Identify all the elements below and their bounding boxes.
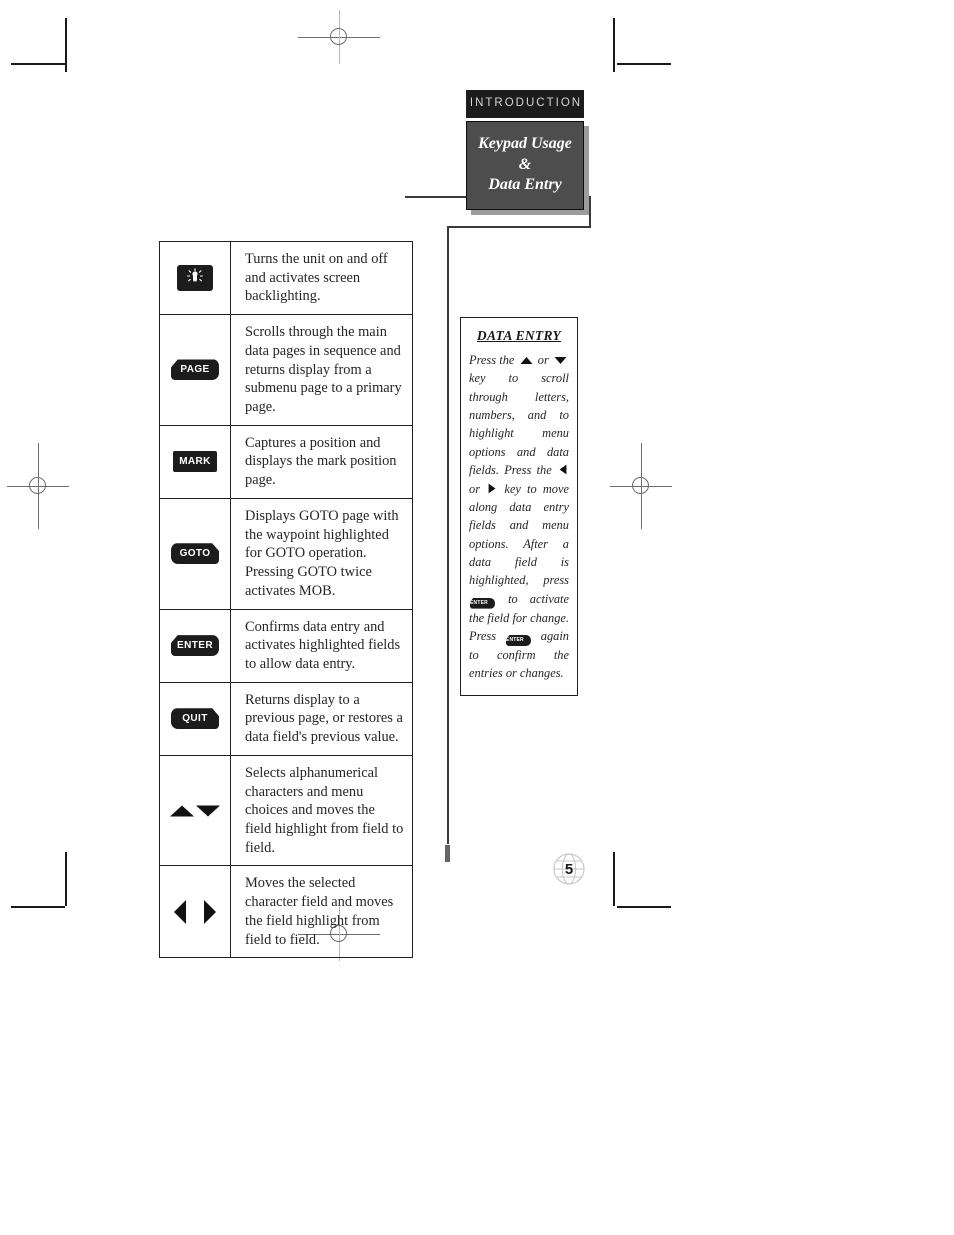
arrow-down-icon [554, 357, 567, 364]
table-row: Turns the unit on and off and activates … [159, 240, 413, 316]
keycell-mark: MARK [159, 424, 231, 499]
table-row: GOTO Displays GOTO page with the waypoin… [159, 497, 413, 610]
callout-text-part2: key to scroll through letters, numbers, … [469, 371, 569, 478]
keycell-quit: QUIT [159, 681, 231, 756]
data-entry-callout-title: DATA ENTRY [476, 328, 562, 343]
table-row: MARK Captures a position and displays th… [159, 424, 413, 499]
enter-key[interactable]: ENTER [505, 635, 531, 647]
header-rule-left [405, 196, 466, 198]
section-title-line2: Data Entry [488, 176, 562, 194]
crop-mark-top-right-horizontal [617, 63, 671, 65]
keypad-table-body: Turns the unit on and off and activates … [159, 240, 413, 959]
section-title-block: Keypad Usage & Data Entry [466, 120, 589, 215]
registration-mark-top [298, 10, 380, 64]
quit-key[interactable]: QUIT [171, 708, 219, 730]
table-row: Moves the selected character field and m… [159, 865, 413, 959]
section-title: Keypad Usage & Data Entry [466, 120, 584, 210]
crop-mark-bottom-right-horizontal [617, 906, 671, 908]
crop-mark-bottom-right-vertical [613, 852, 615, 906]
arrow-up-icon [520, 357, 533, 364]
keycell-left-right [159, 865, 231, 959]
callout-text-part1: Press the [469, 353, 515, 367]
page-number-mark: 5 [551, 851, 587, 887]
arrow-left-icon [174, 899, 186, 924]
keycell-goto: GOTO [159, 497, 231, 610]
keycell-power [159, 240, 231, 316]
arrow-right-icon [488, 483, 496, 493]
header-rule-under [447, 226, 591, 228]
keycell-enter: ENTER [159, 608, 231, 683]
section-title-line1: Keypad Usage & [478, 134, 572, 173]
registration-mark-right [610, 443, 672, 529]
page-number: 5 [564, 860, 574, 878]
arrow-up-icon [170, 805, 194, 817]
key-description: Selects alphanumerical characters and me… [230, 754, 413, 867]
callout-text-or1: or [537, 353, 549, 367]
column-divider-rule [447, 226, 449, 844]
enter-key[interactable]: ENTER [470, 597, 495, 609]
crop-mark-top-left-horizontal [11, 63, 65, 65]
crop-mark-top-left-vertical [65, 18, 67, 72]
section-tab: INTRODUCTION Keypad Usage & Data Entry [466, 90, 589, 215]
table-row: QUIT Returns display to a previous page,… [159, 681, 413, 756]
keypad-reference-table: Turns the unit on and off and activates … [159, 240, 413, 959]
crop-mark-bottom-left-horizontal [11, 906, 65, 908]
arrow-left-icon [559, 464, 567, 475]
crop-mark-bottom-left-vertical [65, 852, 67, 906]
lightbulb-icon [187, 268, 203, 282]
keycell-up-down [159, 754, 231, 867]
key-description: Confirms data entry and activates highli… [230, 608, 413, 683]
key-description: Moves the selected character field and m… [230, 865, 413, 959]
table-row: ENTER Confirms data entry and activates … [159, 608, 413, 683]
key-description: Scrolls through the main data pages in s… [230, 314, 413, 426]
registration-mark-left [7, 443, 69, 529]
table-row: PAGE Scrolls through the main data pages… [159, 314, 413, 426]
header-rule-vertical [589, 196, 591, 228]
enter-key[interactable]: ENTER [171, 635, 219, 657]
table-row: Selects alphanumerical characters and me… [159, 754, 413, 867]
callout-text-part3: key to move along data entry fields and … [469, 481, 569, 588]
mark-key[interactable]: MARK [173, 451, 217, 473]
up-down-arrow-keys[interactable] [169, 803, 221, 819]
key-description: Turns the unit on and off and activates … [230, 240, 413, 316]
data-entry-callout: DATA ENTRY Press the or key to scroll th… [460, 317, 578, 696]
left-right-arrow-keys[interactable] [171, 899, 219, 925]
arrow-right-icon [204, 899, 216, 924]
data-entry-callout-text: Press the or key to scroll through lette… [469, 351, 569, 683]
key-description: Returns display to a previous page, or r… [230, 681, 413, 756]
callout-text-or2: or [469, 481, 481, 496]
section-label: INTRODUCTION [466, 90, 584, 118]
column-end-tick [445, 845, 450, 862]
key-description: Displays GOTO page with the waypoint hig… [230, 497, 413, 610]
arrow-down-icon [196, 805, 220, 817]
key-description: Captures a position and displays the mar… [230, 424, 413, 499]
power-backlight-key[interactable] [177, 265, 213, 292]
goto-key[interactable]: GOTO [171, 543, 219, 565]
keycell-page: PAGE [159, 314, 231, 426]
page-key[interactable]: PAGE [171, 359, 219, 381]
crop-mark-top-right-vertical [613, 18, 615, 72]
